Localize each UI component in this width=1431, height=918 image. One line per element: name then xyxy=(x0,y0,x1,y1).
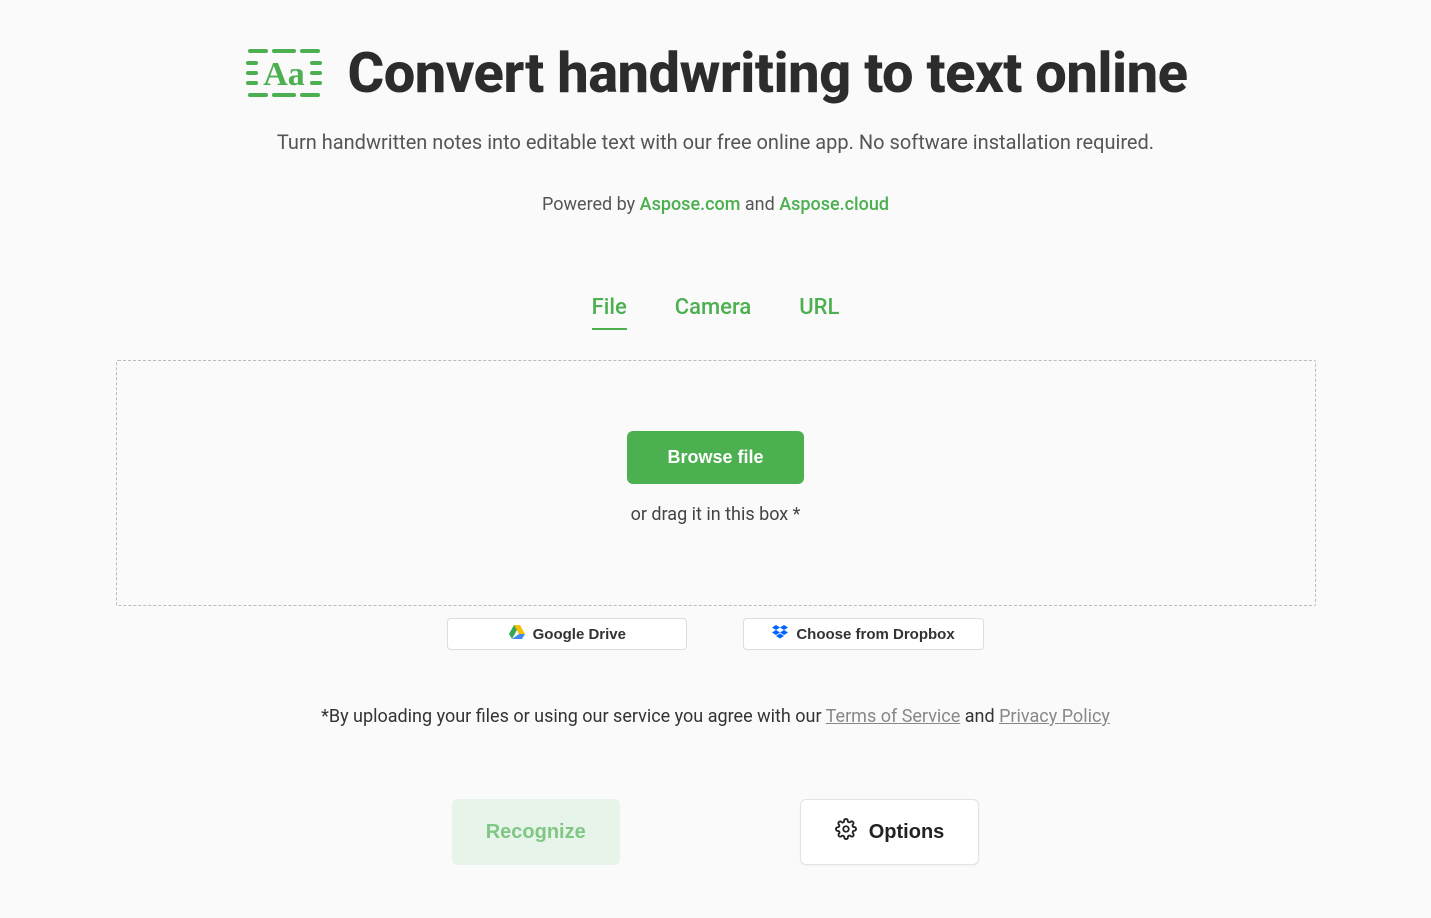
tab-file[interactable]: File xyxy=(592,295,627,330)
ocr-logo-icon: Aa xyxy=(244,43,324,103)
powered-by: Powered by Aspose.com and Aspose.cloud xyxy=(76,194,1356,215)
aspose-cloud-link[interactable]: Aspose.cloud xyxy=(779,194,889,215)
dropbox-button[interactable]: Choose from Dropbox xyxy=(743,618,983,650)
browse-file-button[interactable]: Browse file xyxy=(627,431,803,484)
action-row: Recognize Options xyxy=(76,799,1356,865)
google-drive-icon xyxy=(509,625,525,643)
powered-prefix: Powered by xyxy=(542,194,640,215)
file-dropzone[interactable]: Browse file or drag it in this box * xyxy=(116,360,1316,606)
terms-of-service-link[interactable]: Terms of Service xyxy=(826,706,961,727)
tab-camera[interactable]: Camera xyxy=(675,295,751,330)
powered-and: and xyxy=(740,194,779,215)
gear-icon xyxy=(835,818,857,846)
cloud-buttons-row: Google Drive Choose from Dropbox xyxy=(76,618,1356,650)
page-title: Convert handwriting to text online xyxy=(348,40,1188,106)
terms-prefix: *By uploading your files or using our se… xyxy=(321,706,826,727)
privacy-policy-link[interactable]: Privacy Policy xyxy=(999,706,1110,727)
dropbox-icon xyxy=(772,625,788,643)
options-button[interactable]: Options xyxy=(800,799,980,865)
drag-hint: or drag it in this box * xyxy=(137,504,1295,525)
dropbox-label: Choose from Dropbox xyxy=(796,626,954,643)
recognize-button[interactable]: Recognize xyxy=(452,799,620,865)
input-tabs: File Camera URL xyxy=(76,295,1356,330)
aspose-com-link[interactable]: Aspose.com xyxy=(640,194,741,215)
tab-url[interactable]: URL xyxy=(799,295,839,330)
header: Aa Convert handwriting to text online Tu… xyxy=(76,40,1356,215)
google-drive-button[interactable]: Google Drive xyxy=(447,618,687,650)
page-subtitle: Turn handwritten notes into editable tex… xyxy=(76,130,1356,154)
google-drive-label: Google Drive xyxy=(533,626,626,643)
options-label: Options xyxy=(869,821,945,844)
terms-and: and xyxy=(960,706,999,727)
terms-text: *By uploading your files or using our se… xyxy=(76,706,1356,727)
svg-text:Aa: Aa xyxy=(263,56,305,93)
